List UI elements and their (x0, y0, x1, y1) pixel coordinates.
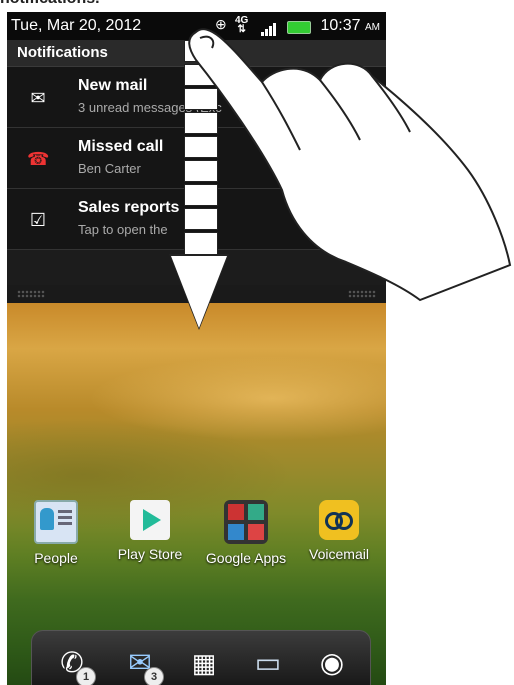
signal-icon (261, 20, 277, 36)
dock-phone-button[interactable]: ✆ 1 (50, 641, 96, 685)
app-google-apps[interactable]: Google Apps (201, 500, 291, 566)
gps-icon: ⊕ (215, 16, 227, 32)
phone-badge: 1 (76, 667, 96, 685)
notification-subtitle: Ben Carter (78, 161, 141, 176)
status-time-ampm: AM (365, 22, 380, 33)
grip-right-icon (348, 290, 376, 298)
app-voicemail[interactable]: Voicemail (294, 500, 384, 562)
caption-text: notifications. (0, 0, 100, 8)
messages-icon: ▭ (254, 647, 282, 678)
mail-badge: 3 (144, 667, 164, 685)
dock-messages-button[interactable]: ▭ (246, 641, 290, 685)
battery-icon (287, 21, 311, 34)
play-store-icon (130, 500, 170, 540)
google-apps-icon (224, 500, 268, 544)
app-people[interactable]: People (11, 500, 101, 566)
voicemail-icon (319, 500, 359, 540)
app-label: Play Store (117, 546, 183, 562)
network-label: 4G (235, 15, 249, 26)
status-bar[interactable]: Tue, Mar 20, 2012 ⊕ 4G ⇅ 10:37 AM (7, 12, 386, 40)
status-date: Tue, Mar 20, 2012 (11, 17, 142, 34)
home-apps-row: People Play Store Google Apps Voicemail (7, 500, 386, 590)
notification-title: Sales reports (78, 199, 180, 216)
phone-screen: Tue, Mar 20, 2012 ⊕ 4G ⇅ 10:37 AM Notific… (7, 12, 386, 685)
status-time: 10:37 AM (321, 17, 381, 35)
dock-all-apps-button[interactable]: ▦ (182, 641, 226, 685)
swipe-down-arrow (169, 40, 229, 330)
home-wallpaper (7, 303, 386, 685)
camera-icon: ◉ (319, 647, 345, 678)
app-dock: ✆ 1 ✉ 3 ▦ ▭ ◉ (31, 630, 371, 685)
app-label: People (34, 550, 78, 566)
app-play-store[interactable]: Play Store (105, 500, 195, 562)
notification-title: Missed call (78, 138, 164, 155)
network-4g-icon: 4G ⇅ (235, 15, 249, 35)
grip-left-icon (17, 290, 45, 298)
notification-title: New mail (78, 77, 148, 94)
people-icon (34, 500, 78, 544)
dock-camera-button[interactable]: ◉ (310, 641, 354, 685)
app-label: Google Apps (205, 550, 287, 566)
dock-mail-button[interactable]: ✉ 3 (118, 641, 164, 685)
app-label: Voicemail (309, 546, 369, 562)
status-time-value: 10:37 (320, 17, 361, 34)
checkbox-icon: ☑ (29, 210, 47, 230)
missed-call-icon: ☎ (27, 149, 50, 169)
mail-icon: ✉ (30, 88, 46, 108)
app-grid-icon: ▦ (191, 648, 217, 678)
notification-subtitle: Tap to open the (78, 222, 168, 237)
